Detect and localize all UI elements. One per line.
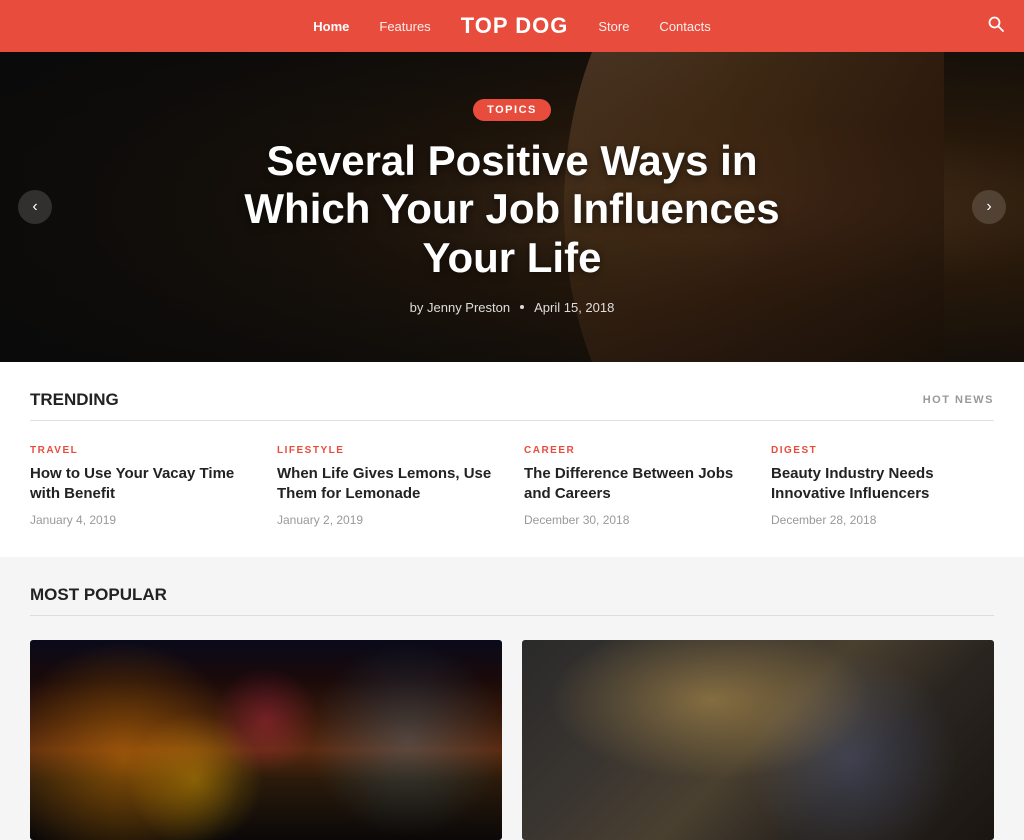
trending-item-title-2[interactable]: The Difference Between Jobs and Careers: [524, 464, 747, 505]
site-logo: TOP DOG: [461, 13, 569, 39]
trending-date-1: January 2, 2019: [277, 513, 500, 527]
trending-item-title-3[interactable]: Beauty Industry Needs Innovative Influen…: [771, 464, 994, 505]
popular-header: Most Popular: [30, 585, 994, 616]
trending-category-3: DIGEST: [771, 445, 994, 456]
nav-store[interactable]: Store: [598, 19, 629, 34]
trending-category-1: LIFESTYLE: [277, 445, 500, 456]
hero-prev-button[interactable]: ‹: [18, 190, 52, 224]
trending-section: Trending HOT NEWS TRAVEL How to Use Your…: [0, 362, 1024, 557]
hero-meta: by Jenny Preston April 15, 2018: [202, 300, 822, 315]
search-button[interactable]: [988, 16, 1004, 37]
site-header: Home Features TOP DOG Store Contacts: [0, 0, 1024, 52]
trending-date-2: December 30, 2018: [524, 513, 747, 527]
hero-meta-separator: [520, 305, 524, 309]
popular-card-1[interactable]: [522, 640, 994, 840]
hero-next-button[interactable]: ›: [972, 190, 1006, 224]
trending-header: Trending HOT NEWS: [30, 390, 994, 421]
main-nav: Home Features TOP DOG Store Contacts: [313, 13, 710, 39]
nav-contacts[interactable]: Contacts: [659, 19, 710, 34]
popular-grid: [30, 640, 994, 840]
hot-news-badge: HOT NEWS: [923, 394, 994, 406]
nav-home[interactable]: Home: [313, 19, 349, 34]
hero-section: ‹ TOPICS Several Positive Ways in Which …: [0, 52, 1024, 362]
trending-item-3: DIGEST Beauty Industry Needs Innovative …: [771, 445, 994, 527]
trending-item-title-0[interactable]: How to Use Your Vacay Time with Benefit: [30, 464, 253, 505]
nav-features[interactable]: Features: [379, 19, 430, 34]
hero-tag[interactable]: TOPICS: [473, 99, 551, 121]
trending-category-2: CAREER: [524, 445, 747, 456]
trending-item-1: LIFESTYLE When Life Gives Lemons, Use Th…: [277, 445, 500, 527]
trending-item-title-1[interactable]: When Life Gives Lemons, Use Them for Lem…: [277, 464, 500, 505]
popular-card-0[interactable]: [30, 640, 502, 840]
trending-category-0: TRAVEL: [30, 445, 253, 456]
hero-author: by Jenny Preston: [410, 300, 510, 315]
trending-item-0: TRAVEL How to Use Your Vacay Time with B…: [30, 445, 253, 527]
hero-content: TOPICS Several Positive Ways in Which Yo…: [162, 99, 862, 315]
trending-date-3: December 28, 2018: [771, 513, 994, 527]
popular-section: Most Popular: [0, 557, 1024, 840]
popular-title: Most Popular: [30, 585, 167, 605]
trending-title: Trending: [30, 390, 119, 410]
hero-title: Several Positive Ways in Which Your Job …: [202, 137, 822, 282]
search-icon: [988, 16, 1004, 32]
trending-date-0: January 4, 2019: [30, 513, 253, 527]
hero-date: April 15, 2018: [534, 300, 614, 315]
trending-grid: TRAVEL How to Use Your Vacay Time with B…: [30, 445, 994, 527]
trending-item-2: CAREER The Difference Between Jobs and C…: [524, 445, 747, 527]
